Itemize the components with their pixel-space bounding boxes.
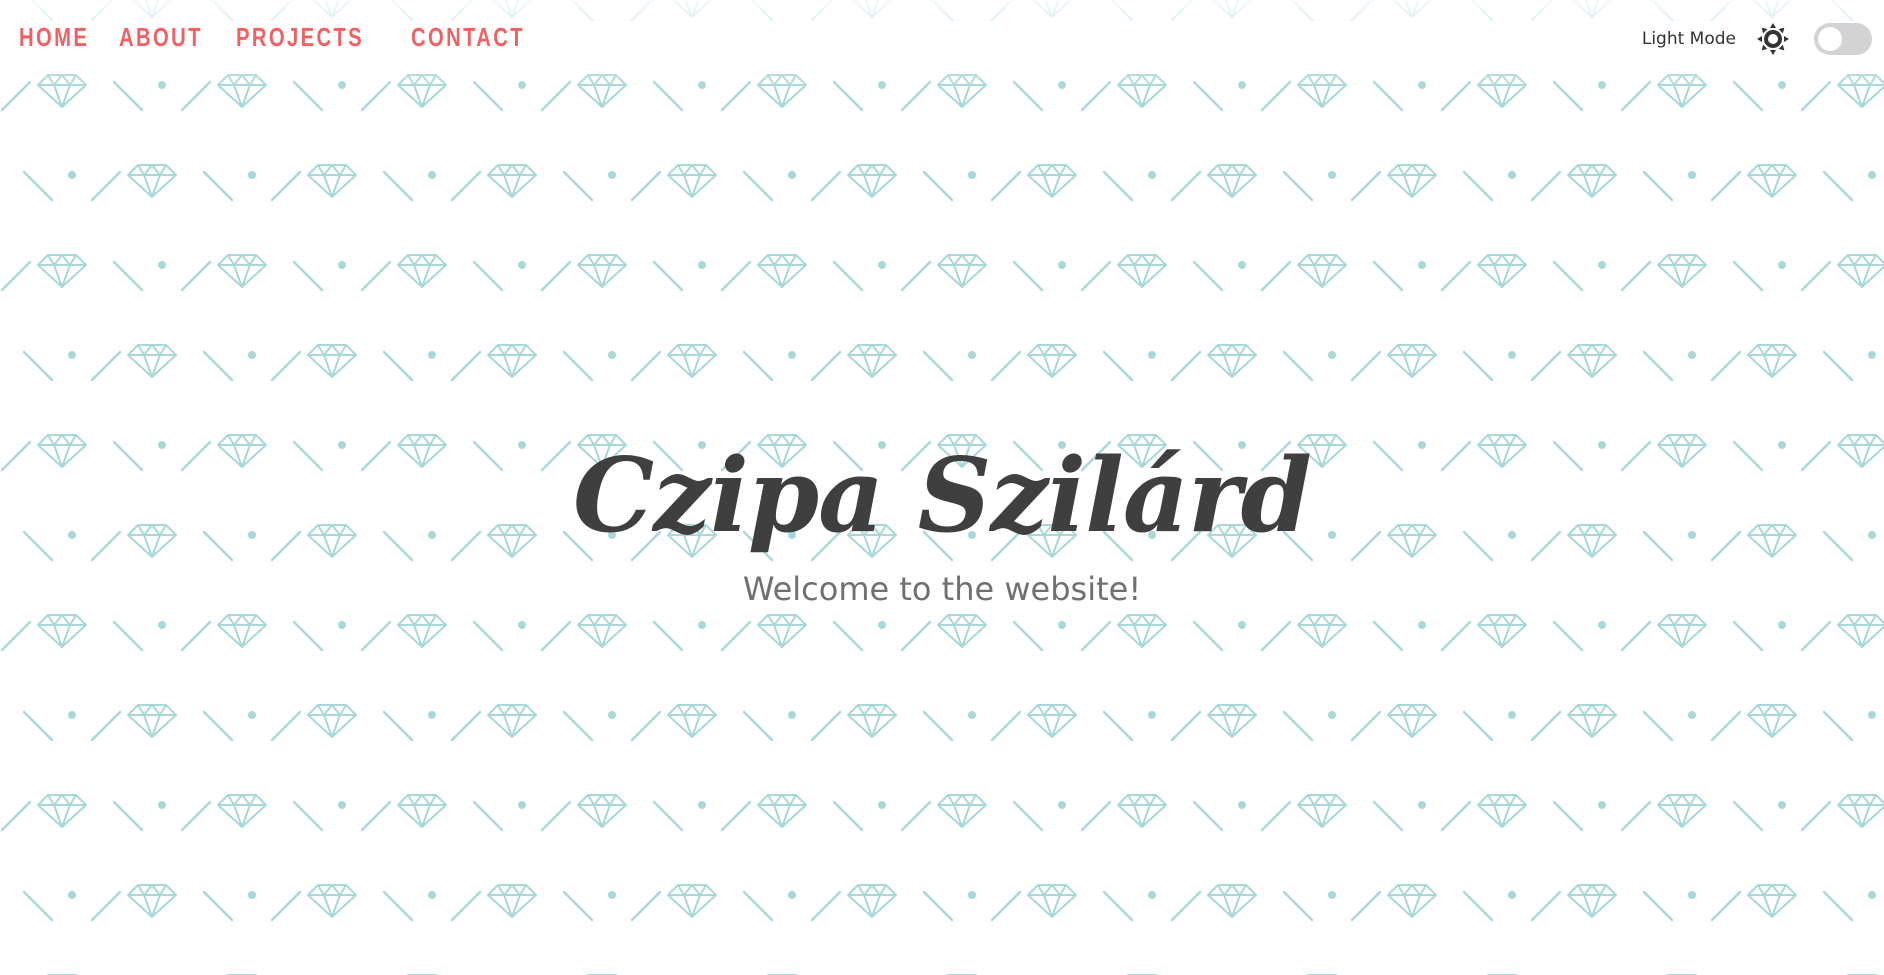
nav-about-link[interactable]: ABOUT: [119, 22, 203, 53]
main-nav: HOME ABOUT PROJECTS CONTACT: [19, 22, 533, 53]
nav-home-link[interactable]: HOME: [19, 22, 89, 53]
hero: Czipa Szilárd Welcome to the website!: [0, 440, 1884, 608]
nav-projects-link[interactable]: PROJECTS: [236, 22, 364, 53]
theme-switcher: Light Mode: [1642, 22, 1872, 56]
sun-icon: [1756, 22, 1790, 56]
theme-toggle[interactable]: [1814, 23, 1872, 55]
nav-contact-link[interactable]: CONTACT: [411, 22, 525, 53]
hero-title: Czipa Szilárd: [572, 436, 1312, 556]
toggle-knob: [1818, 27, 1842, 51]
page: HOME ABOUT PROJECTS CONTACT Light Mode C…: [0, 0, 1884, 975]
hero-subtitle: Welcome to the website!: [742, 570, 1142, 609]
theme-mode-label: Light Mode: [1641, 29, 1736, 49]
